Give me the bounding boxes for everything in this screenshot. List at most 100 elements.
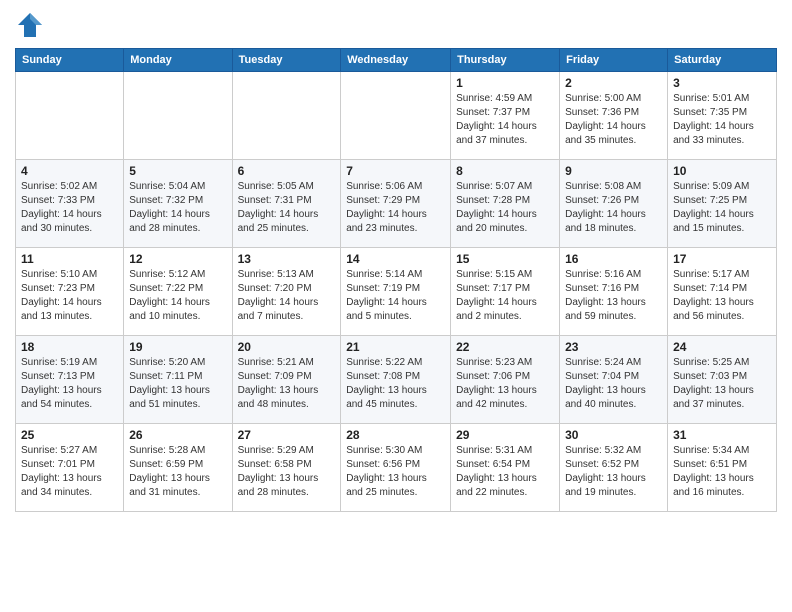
day-number: 28 — [346, 428, 445, 442]
day-info: Sunrise: 5:00 AMSunset: 7:36 PMDaylight:… — [565, 92, 662, 148]
week-row-3: 11Sunrise: 5:10 AMSunset: 7:23 PMDayligh… — [16, 248, 777, 336]
day-cell: 24 Sunrise: 5:25 AMSunset: 7:03 PMDayligh… — [668, 336, 777, 424]
day-cell: 13 Sunrise: 5:13 AMSunset: 7:20 PMDayligh… — [232, 248, 341, 336]
day-number: 17 — [673, 252, 771, 266]
day-info: Sunrise: 5:13 AMSunset: 7:20 PMDaylight:… — [238, 268, 336, 324]
day-cell: 16Sunrise: 5:16 AMSunset: 7:16 PMDayligh… — [560, 248, 668, 336]
day-number: 6 — [238, 164, 336, 178]
day-cell: 3 Sunrise: 5:01 AMSunset: 7:35 PMDaylight… — [668, 72, 777, 160]
day-cell: 4Sunrise: 5:02 AMSunset: 7:33 PMDaylight… — [16, 160, 124, 248]
day-number: 11 — [21, 252, 118, 266]
day-info: Sunrise: 5:23 AMSunset: 7:06 PMDaylight:… — [456, 356, 554, 412]
day-number: 31 — [673, 428, 771, 442]
day-cell: 31 Sunrise: 5:34 AMSunset: 6:51 PMDayligh… — [668, 424, 777, 512]
page: SundayMondayTuesdayWednesdayThursdayFrid… — [0, 0, 792, 522]
day-number: 29 — [456, 428, 554, 442]
day-number: 14 — [346, 252, 445, 266]
day-cell: 14 Sunrise: 5:14 AMSunset: 7:19 PMDayligh… — [341, 248, 451, 336]
day-info: Sunrise: 5:08 AMSunset: 7:26 PMDaylight:… — [565, 180, 662, 236]
day-info: Sunrise: 5:15 AMSunset: 7:17 PMDaylight:… — [456, 268, 554, 324]
day-number: 16 — [565, 252, 662, 266]
day-cell: 25 Sunrise: 5:27 AMSunset: 7:01 PMDayligh… — [16, 424, 124, 512]
day-info: Sunrise: 5:30 AMSunset: 6:56 PMDaylight:… — [346, 444, 445, 500]
day-header-tuesday: Tuesday — [232, 49, 341, 72]
day-number: 26 — [129, 428, 226, 442]
day-info: Sunrise: 5:31 AMSunset: 6:54 PMDaylight:… — [456, 444, 554, 500]
day-cell: 19 Sunrise: 5:20 AMSunset: 7:11 PMDayligh… — [124, 336, 232, 424]
day-info: Sunrise: 5:20 AMSunset: 7:11 PMDaylight:… — [129, 356, 226, 412]
day-number: 21 — [346, 340, 445, 354]
day-info: Sunrise: 5:09 AMSunset: 7:25 PMDaylight:… — [673, 180, 771, 236]
day-cell — [341, 72, 451, 160]
day-info: Sunrise: 5:29 AMSunset: 6:58 PMDaylight:… — [238, 444, 336, 500]
day-info: Sunrise: 4:59 AMSunset: 7:37 PMDaylight:… — [456, 92, 554, 148]
day-info: Sunrise: 5:17 AMSunset: 7:14 PMDaylight:… — [673, 268, 771, 324]
day-header-wednesday: Wednesday — [341, 49, 451, 72]
day-info: Sunrise: 5:19 AMSunset: 7:13 PMDaylight:… — [21, 356, 118, 412]
week-row-5: 25 Sunrise: 5:27 AMSunset: 7:01 PMDayligh… — [16, 424, 777, 512]
day-info: Sunrise: 5:05 AMSunset: 7:31 PMDaylight:… — [238, 180, 336, 236]
day-number: 27 — [238, 428, 336, 442]
day-number: 9 — [565, 164, 662, 178]
day-cell: 7Sunrise: 5:06 AMSunset: 7:29 PMDaylight… — [341, 160, 451, 248]
day-cell: 1 Sunrise: 4:59 AMSunset: 7:37 PMDaylight… — [451, 72, 560, 160]
day-info: Sunrise: 5:24 AMSunset: 7:04 PMDaylight:… — [565, 356, 662, 412]
calendar-header-row: SundayMondayTuesdayWednesdayThursdayFrid… — [16, 49, 777, 72]
day-number: 24 — [673, 340, 771, 354]
day-info: Sunrise: 5:01 AMSunset: 7:35 PMDaylight:… — [673, 92, 771, 148]
day-cell: 29 Sunrise: 5:31 AMSunset: 6:54 PMDayligh… — [451, 424, 560, 512]
day-number: 18 — [21, 340, 118, 354]
day-cell: 9 Sunrise: 5:08 AMSunset: 7:26 PMDaylight… — [560, 160, 668, 248]
day-number: 10 — [673, 164, 771, 178]
day-number: 4 — [21, 164, 118, 178]
day-number: 3 — [673, 76, 771, 90]
day-cell: 18 Sunrise: 5:19 AMSunset: 7:13 PMDayligh… — [16, 336, 124, 424]
header — [15, 10, 777, 40]
day-number: 1 — [456, 76, 554, 90]
day-number: 13 — [238, 252, 336, 266]
day-header-monday: Monday — [124, 49, 232, 72]
day-info: Sunrise: 5:04 AMSunset: 7:32 PMDaylight:… — [129, 180, 226, 236]
day-cell: 6 Sunrise: 5:05 AMSunset: 7:31 PMDaylight… — [232, 160, 341, 248]
day-number: 8 — [456, 164, 554, 178]
day-info: Sunrise: 5:25 AMSunset: 7:03 PMDaylight:… — [673, 356, 771, 412]
day-cell: 30 Sunrise: 5:32 AMSunset: 6:52 PMDayligh… — [560, 424, 668, 512]
day-info: Sunrise: 5:14 AMSunset: 7:19 PMDaylight:… — [346, 268, 445, 324]
day-number: 15 — [456, 252, 554, 266]
day-number: 19 — [129, 340, 226, 354]
day-header-thursday: Thursday — [451, 49, 560, 72]
day-header-saturday: Saturday — [668, 49, 777, 72]
day-number: 22 — [456, 340, 554, 354]
day-cell — [16, 72, 124, 160]
day-info: Sunrise: 5:34 AMSunset: 6:51 PMDaylight:… — [673, 444, 771, 500]
day-number: 2 — [565, 76, 662, 90]
day-cell — [232, 72, 341, 160]
week-row-4: 18 Sunrise: 5:19 AMSunset: 7:13 PMDayligh… — [16, 336, 777, 424]
day-cell: 11Sunrise: 5:10 AMSunset: 7:23 PMDayligh… — [16, 248, 124, 336]
day-info: Sunrise: 5:07 AMSunset: 7:28 PMDaylight:… — [456, 180, 554, 236]
calendar: SundayMondayTuesdayWednesdayThursdayFrid… — [15, 48, 777, 512]
day-cell: 27 Sunrise: 5:29 AMSunset: 6:58 PMDayligh… — [232, 424, 341, 512]
day-header-friday: Friday — [560, 49, 668, 72]
day-number: 5 — [129, 164, 226, 178]
week-row-2: 4Sunrise: 5:02 AMSunset: 7:33 PMDaylight… — [16, 160, 777, 248]
day-number: 30 — [565, 428, 662, 442]
day-info: Sunrise: 5:27 AMSunset: 7:01 PMDaylight:… — [21, 444, 118, 500]
day-info: Sunrise: 5:22 AMSunset: 7:08 PMDaylight:… — [346, 356, 445, 412]
day-header-sunday: Sunday — [16, 49, 124, 72]
day-cell: 28 Sunrise: 5:30 AMSunset: 6:56 PMDayligh… — [341, 424, 451, 512]
logo-icon — [15, 10, 45, 40]
day-cell: 26 Sunrise: 5:28 AMSunset: 6:59 PMDayligh… — [124, 424, 232, 512]
day-number: 7 — [346, 164, 445, 178]
day-info: Sunrise: 5:28 AMSunset: 6:59 PMDaylight:… — [129, 444, 226, 500]
day-cell: 8 Sunrise: 5:07 AMSunset: 7:28 PMDaylight… — [451, 160, 560, 248]
day-cell: 5 Sunrise: 5:04 AMSunset: 7:32 PMDaylight… — [124, 160, 232, 248]
day-cell: 10 Sunrise: 5:09 AMSunset: 7:25 PMDayligh… — [668, 160, 777, 248]
day-info: Sunrise: 5:12 AMSunset: 7:22 PMDaylight:… — [129, 268, 226, 324]
week-row-1: 1 Sunrise: 4:59 AMSunset: 7:37 PMDaylight… — [16, 72, 777, 160]
day-cell — [124, 72, 232, 160]
day-number: 23 — [565, 340, 662, 354]
day-number: 25 — [21, 428, 118, 442]
day-info: Sunrise: 5:32 AMSunset: 6:52 PMDaylight:… — [565, 444, 662, 500]
day-cell: 23 Sunrise: 5:24 AMSunset: 7:04 PMDayligh… — [560, 336, 668, 424]
